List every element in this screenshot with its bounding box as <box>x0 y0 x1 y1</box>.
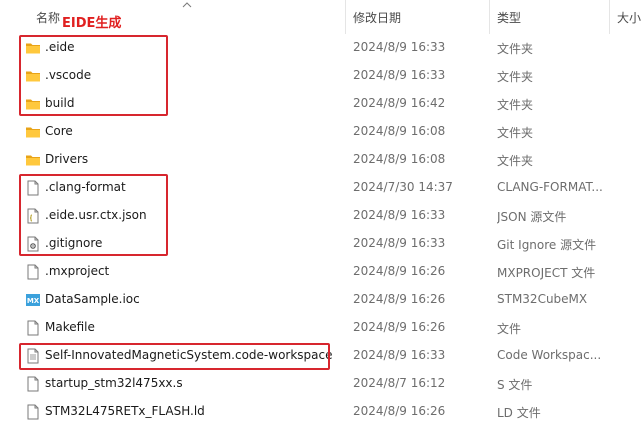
column-header-size[interactable]: 大小 <box>617 9 641 26</box>
file-type: S 文件 <box>497 378 533 392</box>
file-icon <box>25 404 41 420</box>
column-divider[interactable] <box>609 0 610 34</box>
column-header-date[interactable]: 修改日期 <box>353 9 401 26</box>
file-name[interactable]: DataSample.ioc <box>45 292 140 306</box>
file-row[interactable]: Core 2024/8/9 16:08 文件夹 <box>0 118 641 146</box>
file-icon <box>25 376 41 392</box>
file-row[interactable]: .mxproject 2024/8/9 16:26 MXPROJECT 文件 <box>0 258 641 286</box>
file-row[interactable]: startup_stm32l475xx.s 2024/8/7 16:12 S 文件 <box>0 370 641 398</box>
file-modified-date: 2024/8/9 16:08 <box>353 124 446 138</box>
file-modified-date: 2024/8/9 16:26 <box>353 292 446 306</box>
file-name[interactable]: Core <box>45 124 73 138</box>
folder-icon <box>25 124 41 140</box>
file-type: 文件夹 <box>497 70 534 84</box>
file-type: 文件夹 <box>497 98 534 112</box>
file-modified-date: 2024/8/7 16:12 <box>353 376 446 390</box>
column-header-type[interactable]: 类型 <box>497 9 521 26</box>
file-type: LD 文件 <box>497 406 541 420</box>
file-modified-date: 2024/8/9 16:42 <box>353 96 446 110</box>
file-modified-date: 2024/8/9 16:08 <box>353 152 446 166</box>
file-type: MXPROJECT 文件 <box>497 266 596 280</box>
file-icon <box>25 264 41 280</box>
file-row[interactable]: Makefile 2024/8/9 16:26 文件 <box>0 314 641 342</box>
file-name[interactable]: Makefile <box>45 320 95 334</box>
file-modified-date: 2024/8/9 16:33 <box>353 40 446 54</box>
file-row[interactable]: MX DataSample.ioc 2024/8/9 16:26 STM32CubeM… <box>0 286 641 314</box>
file-type: 文件夹 <box>497 154 534 168</box>
file-name[interactable]: .mxproject <box>45 264 109 278</box>
file-type: 文件 <box>497 322 522 336</box>
file-type: STM32CubeMX <box>497 292 588 306</box>
file-type: CLANG-FORMAT... <box>497 180 603 194</box>
sort-ascending-icon <box>182 2 192 8</box>
file-type: Code Workspac... <box>497 348 602 362</box>
file-modified-date: 2024/8/9 16:33 <box>353 236 446 250</box>
folder-icon <box>25 152 41 168</box>
file-type: 文件夹 <box>497 42 534 56</box>
file-modified-date: 2024/8/9 16:26 <box>353 404 446 418</box>
file-type: Git Ignore 源文件 <box>497 238 597 252</box>
svg-text:MX: MX <box>27 297 40 305</box>
mx-icon: MX <box>25 292 41 308</box>
highlight-box-workspace <box>19 343 330 370</box>
file-name[interactable]: startup_stm32l475xx.s <box>45 376 183 390</box>
column-divider[interactable] <box>489 0 490 34</box>
file-modified-date: 2024/8/9 16:26 <box>353 264 446 278</box>
file-row[interactable]: STM32L475RETx_FLASH.ld 2024/8/9 16:26 LD 文… <box>0 398 641 426</box>
highlight-box-eide-files <box>19 174 168 256</box>
column-divider[interactable] <box>345 0 346 34</box>
file-modified-date: 2024/8/9 16:33 <box>353 348 446 362</box>
file-row[interactable]: Drivers 2024/8/9 16:08 文件夹 <box>0 146 641 174</box>
file-modified-date: 2024/8/9 16:33 <box>353 208 446 222</box>
file-modified-date: 2024/7/30 14:37 <box>353 180 453 194</box>
file-modified-date: 2024/8/9 16:33 <box>353 68 446 82</box>
file-modified-date: 2024/8/9 16:26 <box>353 320 446 334</box>
file-name[interactable]: STM32L475RETx_FLASH.ld <box>45 404 205 418</box>
file-name[interactable]: Drivers <box>45 152 88 166</box>
highlight-box-eide-folders <box>19 35 168 116</box>
file-type: JSON 源文件 <box>497 210 567 224</box>
annotation-label: EIDE生成 <box>62 16 122 31</box>
file-type: 文件夹 <box>497 126 534 140</box>
column-header-name[interactable]: 名称 <box>36 9 60 26</box>
file-icon <box>25 320 41 336</box>
